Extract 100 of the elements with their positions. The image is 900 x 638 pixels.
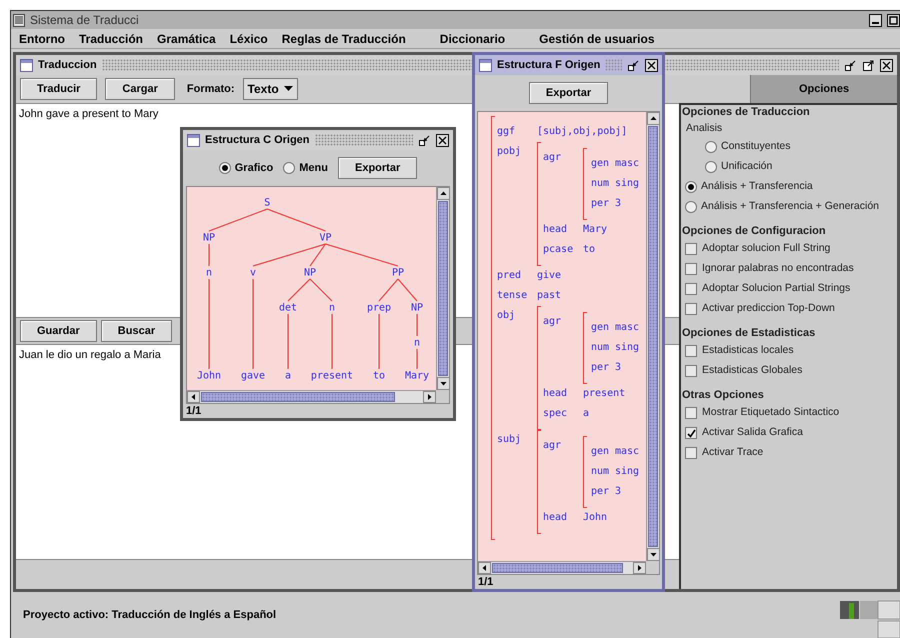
- horizontal-scrollbar[interactable]: [478, 561, 646, 574]
- feature-name: num: [591, 341, 610, 355]
- feature-value: Mary: [583, 223, 608, 237]
- scroll-right-icon[interactable]: [633, 562, 646, 574]
- minimize-icon[interactable]: [418, 134, 431, 146]
- feature-name: pred: [497, 269, 522, 283]
- tree-node-label: v: [250, 268, 256, 278]
- tree-node-label: a: [284, 370, 292, 382]
- menu-item[interactable]: Gestión de usuarios: [539, 30, 654, 48]
- minimize-icon[interactable]: [869, 14, 882, 26]
- close-icon[interactable]: [880, 58, 893, 72]
- tree-node-label: John: [196, 370, 222, 382]
- export-button[interactable]: Exportar: [528, 82, 608, 104]
- menu-item[interactable]: Entorno: [19, 30, 65, 48]
- window-title-bar[interactable]: Estructura C Origen: [183, 130, 453, 150]
- scroll-left-icon[interactable]: [478, 562, 491, 574]
- checkbox-option[interactable]: Ignorar palabras no encontradas: [682, 259, 897, 279]
- menu-item[interactable]: Diccionario: [440, 30, 506, 48]
- close-icon[interactable]: [436, 134, 449, 146]
- group-label: Analisis: [685, 121, 724, 136]
- app-title: Sistema de Traducci: [30, 12, 139, 29]
- feature-name: spec: [543, 407, 568, 421]
- checkbox-option[interactable]: Activar Salida Grafica: [682, 423, 897, 443]
- horizontal-scrollbar[interactable]: [187, 390, 436, 403]
- search-button[interactable]: Buscar: [100, 320, 172, 342]
- radio-option[interactable]: Análisis + Transferencia + Generación: [682, 197, 897, 217]
- scroll-up-icon[interactable]: [437, 187, 450, 200]
- translate-button[interactable]: Traducir: [20, 78, 98, 100]
- view-radio-option[interactable]: Grafico: [218, 160, 274, 176]
- options-tab[interactable]: Opciones: [750, 75, 897, 103]
- checkbox-option[interactable]: Adoptar Solucion Partial Strings: [682, 279, 897, 299]
- feature-value: sing: [615, 465, 640, 479]
- feature-name: agr: [543, 439, 562, 453]
- vertical-scrollbar[interactable]: [646, 112, 659, 561]
- format-dropdown[interactable]: Texto: [242, 78, 298, 100]
- section-heading: Otras Opciones: [682, 388, 765, 403]
- tree-node-label: det: [278, 302, 298, 314]
- scrollbar-thumb[interactable]: [492, 563, 624, 573]
- bracket-line: [583, 148, 587, 220]
- feature-value: 3: [615, 197, 622, 211]
- maximize-icon[interactable]: [887, 14, 900, 26]
- feature-name: per: [591, 197, 610, 211]
- close-icon[interactable]: [645, 58, 658, 72]
- feature-name: agr: [543, 151, 562, 165]
- scroll-up-icon[interactable]: [647, 112, 660, 125]
- radio-option[interactable]: Unificación: [702, 157, 897, 177]
- feature-name: ggf: [497, 125, 516, 139]
- load-button[interactable]: Cargar: [105, 78, 175, 100]
- minimize-icon[interactable]: [844, 58, 857, 72]
- window-icon: [187, 134, 200, 146]
- bracket-line: [583, 312, 587, 384]
- export-button[interactable]: Exportar: [338, 157, 418, 179]
- menu-item[interactable]: Traducción: [79, 30, 144, 48]
- feature-value: 3: [615, 361, 622, 375]
- tree-node-label: present: [310, 370, 354, 382]
- feature-name: subj: [497, 433, 522, 447]
- tree-node-label: NP: [410, 302, 424, 314]
- scrollbar-thumb[interactable]: [648, 126, 658, 547]
- section-heading: Opciones de Estadisticas: [682, 326, 816, 341]
- scroll-down-icon[interactable]: [437, 377, 450, 390]
- menu-item[interactable]: Reglas de Traducción: [282, 30, 406, 48]
- format-label: Formato:: [186, 82, 235, 97]
- scroll-right-icon[interactable]: [423, 391, 436, 403]
- tree-node-label: PP: [392, 268, 404, 278]
- window-title-bar[interactable]: Estructura F Origen: [475, 55, 662, 75]
- vertical-scrollbar[interactable]: [436, 187, 449, 390]
- feature-value: 3: [615, 485, 622, 499]
- feature-name: gen: [591, 445, 610, 459]
- checkbox-option[interactable]: Adoptar solucion Full String: [682, 239, 897, 259]
- checkbox-option[interactable]: Estadisticas locales: [682, 341, 897, 361]
- tree-edge: [378, 314, 380, 370]
- view-radio-option[interactable]: Menu: [283, 160, 328, 176]
- scrollbar-thumb[interactable]: [201, 392, 396, 402]
- checkbox-option[interactable]: Activar Trace: [682, 443, 897, 463]
- radio-option[interactable]: Análisis + Transferencia: [682, 177, 897, 197]
- feature-name: per: [591, 361, 610, 375]
- tree-node-label: NP: [202, 232, 216, 244]
- menu-item[interactable]: Gramática: [157, 30, 216, 48]
- scrollbar-thumb[interactable]: [438, 201, 448, 376]
- minimize-icon[interactable]: [627, 58, 640, 72]
- menu-icon[interactable]: [13, 14, 25, 26]
- feature-name: head: [543, 223, 568, 237]
- checkbox-option[interactable]: Activar prediccion Top-Down: [682, 299, 897, 319]
- window-title: Estructura F Origen: [497, 58, 600, 73]
- feature-value: past: [537, 289, 562, 303]
- scroll-down-icon[interactable]: [647, 548, 660, 561]
- checkbox-option[interactable]: Estadisticas Globales: [682, 361, 897, 381]
- scroll-left-icon[interactable]: [187, 391, 200, 403]
- feature-value: to: [583, 243, 596, 257]
- radio-option[interactable]: Constituyentes: [702, 137, 897, 157]
- window-title: Estructura C Origen: [205, 132, 310, 148]
- checkbox-option[interactable]: Mostrar Etiquetado Sintactico: [682, 403, 897, 423]
- page-indicator: 1/1: [478, 574, 494, 590]
- maximize-icon[interactable]: [862, 58, 875, 72]
- app-title-bar[interactable]: Sistema de Traducci: [11, 11, 900, 29]
- menu-item[interactable]: Léxico: [230, 30, 268, 48]
- tree-edge: [288, 278, 310, 302]
- status-text: Proyecto activo: Traducción de Inglés a Español: [23, 608, 276, 623]
- save-button[interactable]: Guardar: [20, 320, 97, 342]
- tree-edge: [266, 208, 326, 232]
